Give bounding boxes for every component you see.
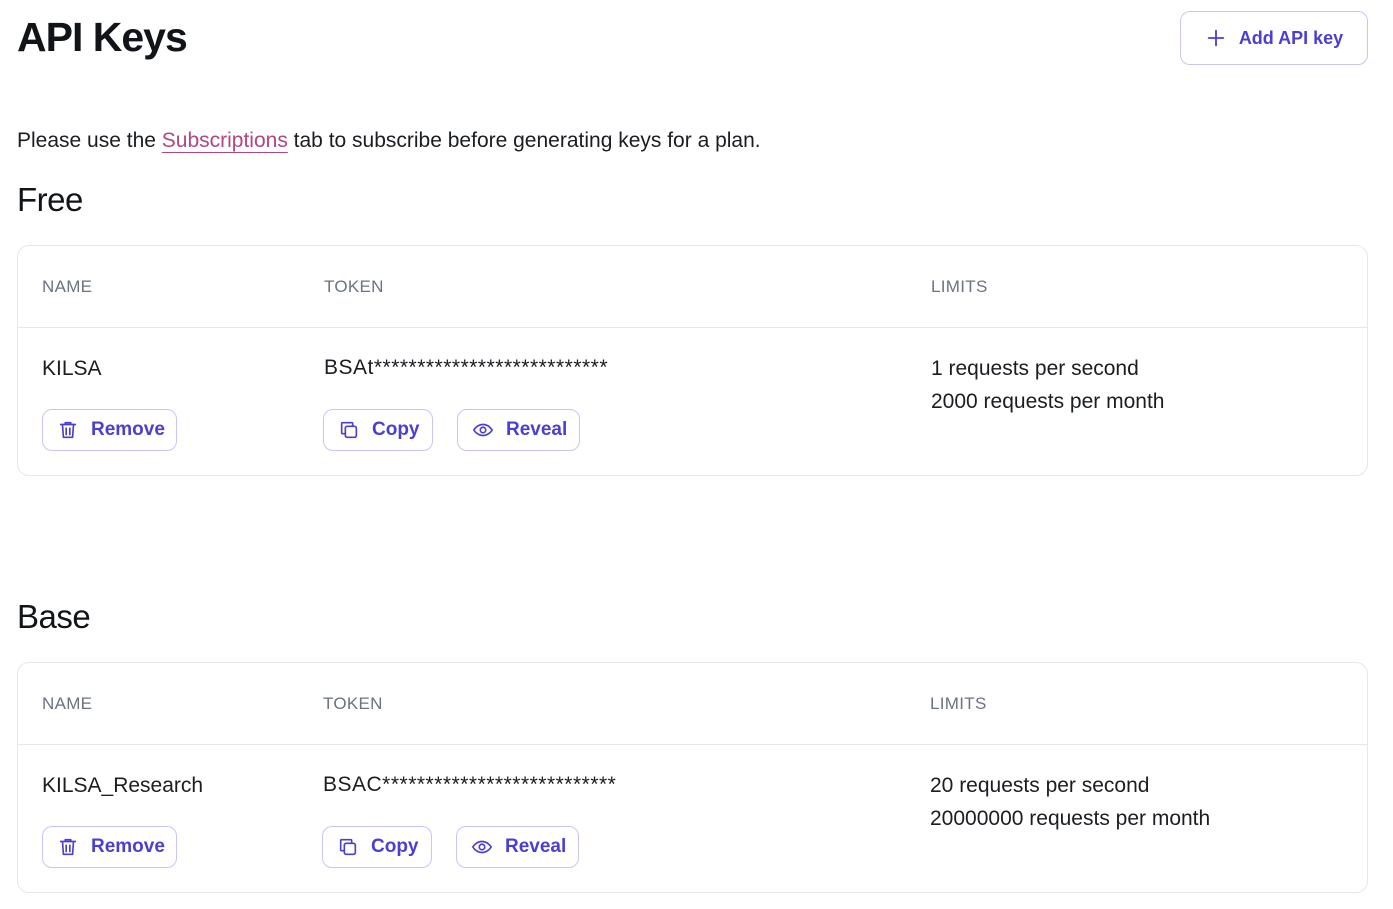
column-header-token: TOKEN (323, 694, 383, 713)
notice-suffix: tab to subscribe before generating keys … (287, 129, 761, 152)
limit-per-month: 20000000 requests per month (930, 807, 1211, 830)
table-header: NAME TOKEN LIMITS (18, 663, 1367, 745)
copy-label: Copy (371, 836, 419, 857)
key-limits: 20 requests per second 20000000 requests… (930, 769, 1210, 835)
reveal-button[interactable]: Reveal (456, 826, 579, 868)
add-api-key-button[interactable]: Add API key (1180, 11, 1368, 65)
reveal-label: Reveal (505, 836, 567, 857)
remove-button[interactable]: Remove (42, 826, 177, 868)
key-token: BSAt*************************** (324, 356, 609, 379)
eye-icon (472, 423, 494, 437)
column-header-name: NAME (42, 277, 93, 296)
column-header-limits: LIMITS (931, 277, 988, 296)
reveal-button[interactable]: Reveal (457, 409, 580, 451)
limit-per-month: 2000 requests per month (931, 390, 1165, 413)
key-token: BSAC*************************** (323, 773, 617, 796)
notice-prefix: Please use the (17, 129, 162, 152)
subscriptions-link[interactable]: Subscriptions (162, 129, 288, 152)
page-title: API Keys (17, 14, 188, 60)
eye-icon (471, 840, 493, 854)
column-header-token: TOKEN (324, 277, 384, 296)
copy-button[interactable]: Copy (323, 409, 433, 451)
trash-icon (59, 838, 77, 856)
key-limits: 1 requests per second 2000 requests per … (931, 352, 1164, 418)
add-api-key-label: Add API key (1238, 27, 1344, 48)
plus-icon (1207, 29, 1225, 47)
limit-per-second: 1 requests per second (931, 357, 1139, 380)
trash-icon (59, 421, 77, 439)
limit-per-second: 20 requests per second (930, 774, 1150, 797)
copy-label: Copy (372, 419, 420, 440)
key-name: KILSA_Research (42, 774, 204, 797)
copy-icon (339, 838, 357, 856)
remove-button[interactable]: Remove (42, 409, 177, 451)
plan-title-base: Base (17, 598, 91, 635)
remove-label: Remove (91, 419, 165, 440)
column-header-limits: LIMITS (930, 694, 987, 713)
table-header: NAME TOKEN LIMITS (18, 246, 1367, 328)
key-name: KILSA (42, 357, 102, 380)
copy-icon (340, 421, 358, 439)
reveal-label: Reveal (506, 419, 568, 440)
api-keys-table-base: NAME TOKEN LIMITS KILSA_Research BSAC***… (17, 662, 1368, 893)
copy-button[interactable]: Copy (322, 826, 432, 868)
api-keys-table-free: NAME TOKEN LIMITS KILSA BSAt************… (17, 245, 1368, 476)
subscription-notice: Please use the Subscriptions tab to subs… (17, 129, 761, 153)
plan-title-free: Free (17, 181, 83, 218)
column-header-name: NAME (42, 694, 93, 713)
remove-label: Remove (91, 836, 165, 857)
